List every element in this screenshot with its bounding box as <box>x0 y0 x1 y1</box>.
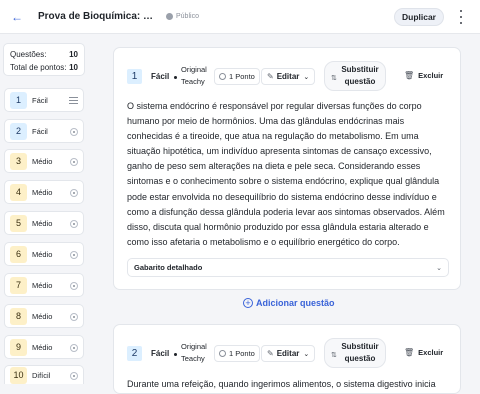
sidebar-item-question-2[interactable]: 2 Fácil <box>4 119 84 143</box>
sidebar-item-question-7[interactable]: 7 Médio <box>4 273 84 297</box>
total-points-value: 10 <box>69 63 78 72</box>
points-label: 1 Ponto <box>229 72 255 81</box>
points-label: 1 Ponto <box>229 349 255 358</box>
swap-icon: ⇅ <box>331 75 337 82</box>
trash-icon: 🗑 <box>404 71 415 80</box>
lines-icon <box>69 97 78 104</box>
question-difficulty: Médio <box>32 218 53 228</box>
question-number: 1 <box>10 91 27 109</box>
pencil-icon: ✎ <box>267 349 274 358</box>
question-difficulty: Difícil <box>32 370 51 380</box>
questions-count-label: Questões: <box>10 50 47 59</box>
total-points-label: Total de pontos: <box>10 63 67 72</box>
question-text: O sistema endócrino é responsável por re… <box>127 101 445 247</box>
question-difficulty: Médio <box>32 280 53 290</box>
sidebar-item-question-9[interactable]: 9 Médio <box>4 335 84 359</box>
question-difficulty: Médio <box>32 187 53 197</box>
radio-icon <box>70 158 78 166</box>
delete-button[interactable]: 🗑 Excluir <box>404 71 443 80</box>
substitute-question-button[interactable]: ⇅ Substituir questão <box>324 338 386 368</box>
question-sidebar: Questões: 10 Total de pontos: 10 1 Fácil… <box>0 35 90 384</box>
back-arrow-icon[interactable]: ← <box>11 11 23 23</box>
answer-key-label: Gabarito detalhado <box>134 263 203 272</box>
radio-icon <box>70 251 78 259</box>
question-difficulty: Médio <box>32 342 53 352</box>
trash-icon: 🗑 <box>404 348 415 357</box>
globe-icon <box>166 13 173 20</box>
points-icon <box>219 350 226 357</box>
substitute-label: Substituir questão <box>341 65 379 86</box>
add-question-button[interactable]: + Adicionar questão <box>243 298 335 308</box>
question-difficulty: Médio <box>32 156 53 166</box>
sidebar-item-question-10[interactable]: 10 Difícil <box>4 365 84 384</box>
delete-label: Excluir <box>418 71 444 80</box>
delete-button[interactable]: 🗑 Excluir <box>404 348 443 357</box>
visibility-badge: Público <box>166 13 199 20</box>
chevron-down-icon: ⌄ <box>303 350 310 358</box>
points-badge: 1 Ponto <box>214 68 260 85</box>
question-number-badge: 2 <box>127 346 142 361</box>
question-number: 6 <box>10 245 27 263</box>
pencil-icon: ✎ <box>267 72 274 81</box>
points-icon <box>219 73 226 80</box>
radio-icon <box>70 282 78 290</box>
question-number: 5 <box>10 214 27 232</box>
radio-icon <box>70 372 78 380</box>
questions-count-value: 10 <box>69 50 78 59</box>
substitute-label: Substituir questão <box>341 342 379 363</box>
difficulty-label: Fácil <box>151 349 170 358</box>
question-difficulty: Médio <box>32 249 53 259</box>
question-number: 8 <box>10 307 27 325</box>
page-title: Prova de Bioquímica: Carboidratos <box>38 11 156 22</box>
question-difficulty: Médio <box>32 311 53 321</box>
sidebar-item-question-6[interactable]: 6 Médio <box>4 242 84 266</box>
radio-icon <box>70 220 78 228</box>
answer-key-dropdown[interactable]: Gabarito detalhado ⌄ <box>127 258 449 277</box>
question-number: 3 <box>10 152 27 170</box>
question-number: 7 <box>10 276 27 294</box>
edit-label: Editar <box>276 72 300 81</box>
swap-icon: ⇅ <box>331 352 337 359</box>
question-number: 4 <box>10 183 27 201</box>
radio-icon <box>70 344 78 352</box>
edit-label: Editar <box>276 349 300 358</box>
radio-icon <box>70 128 78 136</box>
top-bar: ← Prova de Bioquímica: Carboidratos Públ… <box>0 0 480 34</box>
question-number-badge: 1 <box>127 69 142 84</box>
sidebar-item-question-4[interactable]: 4 Médio <box>4 180 84 204</box>
sidebar-item-question-5[interactable]: 5 Médio <box>4 211 84 235</box>
question-number: 10 <box>10 366 27 384</box>
substitute-question-button[interactable]: ⇅ Substituir questão <box>324 61 386 91</box>
question-card-1: 1 Fácil Original Teachy 1 Ponto ✎ Editar… <box>113 47 461 290</box>
separator-dot <box>174 353 177 356</box>
add-question-label: Adicionar questão <box>256 298 335 308</box>
edit-dropdown-button[interactable]: ✎ Editar ⌄ <box>261 68 316 85</box>
chevron-down-icon: ⌄ <box>303 73 310 81</box>
question-difficulty: Fácil <box>32 95 48 105</box>
stats-panel: Questões: 10 Total de pontos: 10 <box>3 43 85 76</box>
question-number: 2 <box>10 122 27 140</box>
radio-icon <box>70 189 78 197</box>
plus-circle-icon: + <box>243 298 253 308</box>
sidebar-item-question-8[interactable]: 8 Médio <box>4 304 84 328</box>
more-options-icon[interactable] <box>458 10 464 24</box>
delete-label: Excluir <box>418 348 444 357</box>
visibility-label: Público <box>176 13 199 20</box>
chevron-down-icon: ⌄ <box>436 264 442 272</box>
separator-dot <box>174 76 177 79</box>
difficulty-label: Fácil <box>151 72 170 81</box>
radio-icon <box>70 313 78 321</box>
points-badge: 1 Ponto <box>214 345 260 362</box>
question-text: Durante uma refeição, quando ingerimos a… <box>127 379 436 389</box>
sidebar-item-question-1[interactable]: 1 Fácil <box>4 88 84 112</box>
edit-dropdown-button[interactable]: ✎ Editar ⌄ <box>261 345 316 362</box>
question-difficulty: Fácil <box>32 126 48 136</box>
question-number: 9 <box>10 338 27 356</box>
sidebar-item-question-3[interactable]: 3 Médio <box>4 149 84 173</box>
duplicate-button[interactable]: Duplicar <box>394 8 444 26</box>
